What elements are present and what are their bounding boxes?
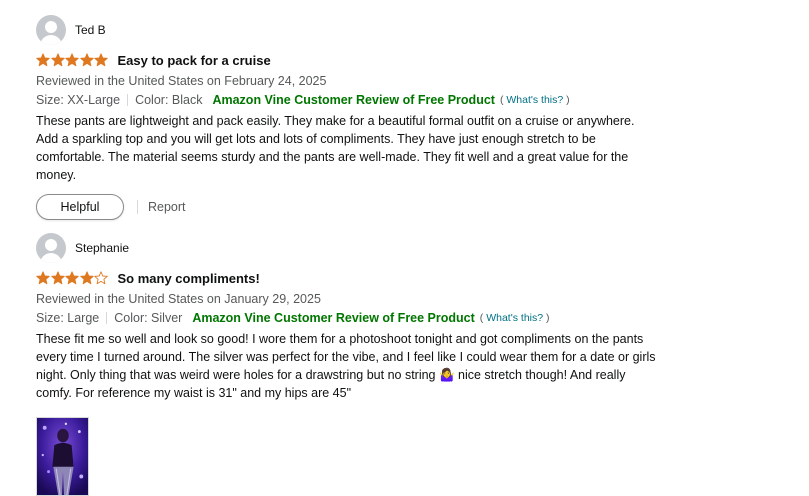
review-date: Reviewed in the United States on Februar… — [36, 74, 327, 88]
star-empty-icon — [94, 271, 108, 285]
star-filled-icon — [79, 53, 94, 67]
star-filled-icon — [94, 53, 108, 67]
review-date: Reviewed in the United States on January… — [36, 292, 321, 306]
vine-badge: Amazon Vine Customer Review of Free Prod… — [212, 93, 495, 107]
star-filled-icon — [65, 53, 79, 67]
whats-this-link[interactable]: What's this? — [506, 94, 563, 106]
whats-this-link[interactable]: What's this? — [486, 312, 543, 324]
star-filled-icon — [79, 271, 94, 285]
vine-badge: Amazon Vine Customer Review of Free Prod… — [192, 311, 475, 325]
review-body: These fit me so well and look so good! I… — [36, 332, 656, 400]
star-filled-icon — [50, 271, 65, 285]
whats-this: ( What's this? ) — [499, 94, 570, 106]
avatar[interactable] — [36, 233, 66, 263]
review-title[interactable]: Easy to pack for a cruise — [118, 53, 271, 68]
variant-color[interactable]: Color: Black — [135, 92, 202, 108]
avatar[interactable] — [36, 15, 66, 45]
reviewer-name[interactable]: Stephanie — [75, 241, 129, 255]
reviewer-name[interactable]: Ted B — [75, 23, 106, 37]
variant-size[interactable]: Size: Large — [36, 310, 99, 326]
review-1: Ted B Easy to pack for a cruise Reviewed… — [36, 15, 656, 220]
review-title[interactable]: So many compliments! — [118, 271, 260, 286]
star-filled-icon — [50, 53, 65, 67]
product-variant[interactable]: Size: XX-Large Color: Black Amazon Vine … — [36, 92, 656, 108]
whats-this: ( What's this? ) — [479, 312, 550, 324]
star-rating[interactable] — [36, 271, 109, 285]
star-filled-icon — [65, 271, 79, 285]
helpful-button[interactable]: Helpful — [36, 194, 124, 220]
star-rating[interactable] — [36, 53, 109, 67]
review-photo[interactable] — [36, 417, 89, 496]
star-filled-icon — [36, 271, 50, 285]
variant-color[interactable]: Color: Silver — [114, 310, 182, 326]
review-body: These pants are lightweight and pack eas… — [36, 114, 635, 182]
product-variant[interactable]: Size: Large Color: Silver Amazon Vine Cu… — [36, 310, 656, 326]
star-filled-icon — [36, 53, 50, 67]
reviewer-profile[interactable]: Ted B — [36, 15, 656, 45]
reviewer-profile[interactable]: Stephanie — [36, 233, 656, 263]
review-2: Stephanie So many compliments! Reviewed … — [36, 233, 656, 496]
report-link[interactable]: Report — [148, 200, 186, 214]
variant-size[interactable]: Size: XX-Large — [36, 92, 120, 108]
